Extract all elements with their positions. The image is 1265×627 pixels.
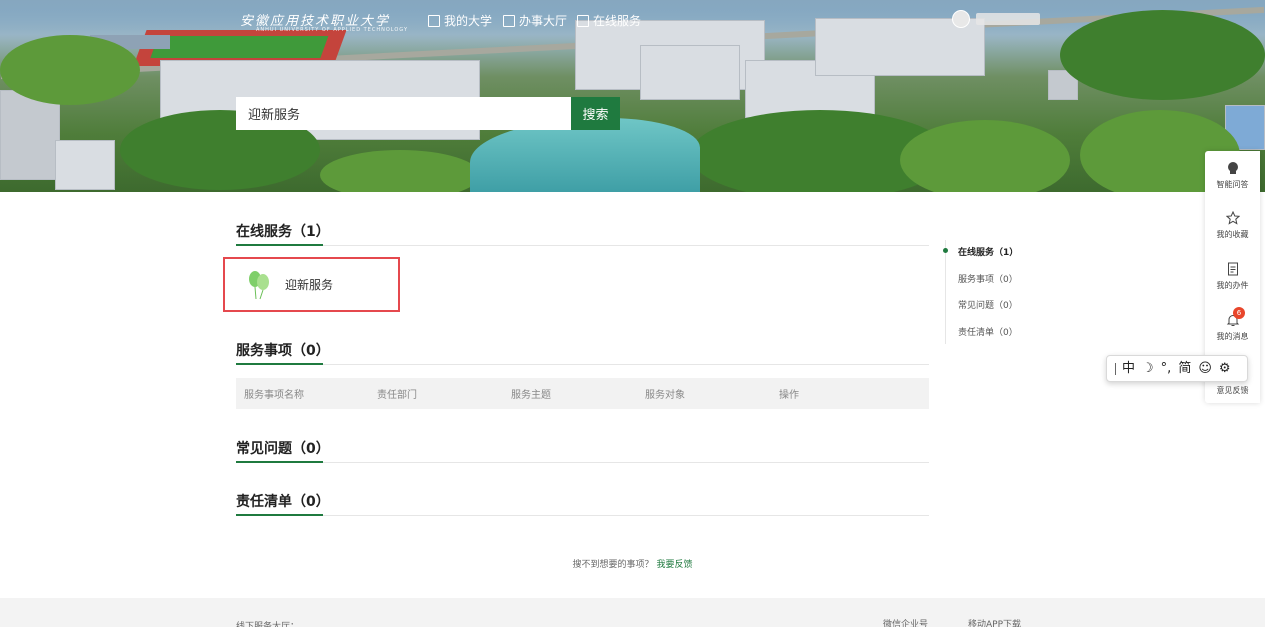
table-col-theme: 服务主题 — [511, 390, 551, 401]
table-col-action: 操作 — [779, 390, 799, 401]
section-divider — [236, 244, 929, 246]
float-label: 智能问答 — [1216, 180, 1249, 189]
message-badge: 6 — [1233, 307, 1245, 319]
banner-building — [640, 45, 740, 100]
user-menu[interactable] — [952, 10, 1040, 28]
ime-emoji-icon[interactable]: ☺ — [1198, 362, 1212, 375]
table-col-dept: 责任部门 — [377, 390, 417, 401]
nav-label: 办事大厅 — [519, 14, 568, 28]
footer-app-download[interactable]: 移动APP下载 — [968, 617, 1021, 627]
float-label: 我的收藏 — [1216, 230, 1249, 239]
float-assistant[interactable]: 智能问答 — [1205, 161, 1260, 190]
user-name-redacted — [976, 13, 1040, 25]
anchor-online[interactable]: 在线服务（1） — [958, 245, 1018, 258]
section-title-service-items: 服务事项（0） — [236, 343, 330, 359]
search-input[interactable] — [236, 97, 571, 130]
section-divider — [236, 363, 929, 365]
section-divider — [236, 514, 929, 516]
section-divider — [236, 461, 929, 463]
online-service-card[interactable]: 迎新服务 — [223, 257, 400, 312]
float-my-cases[interactable]: 我的办件 — [1205, 262, 1260, 291]
anchor-nav: 在线服务（1） 服务事项（0） 常见问题（0） 责任清单（0） — [943, 240, 1035, 344]
float-feedback[interactable]: 意见反馈 — [1205, 381, 1260, 396]
document-icon — [1227, 262, 1238, 276]
top-nav: 安徽应用技术职业大学 ANHUI UNIVERSITY OF APPLIED T… — [0, 0, 1265, 40]
online-service-label: 迎新服务 — [285, 278, 334, 292]
ime-toolbar: 中 ☽ °, 简 ☺ ⚙ — [1106, 355, 1248, 382]
hall-icon — [503, 14, 515, 27]
section-title-online: 在线服务（1） — [236, 224, 330, 240]
search-button[interactable]: 搜索 — [571, 97, 620, 130]
nav-my-university[interactable]: 我的大学 — [428, 12, 492, 29]
section-title-faq: 常见问题（0） — [236, 441, 330, 457]
nav-online-service[interactable]: 在线服务 — [577, 12, 641, 29]
footer: 线下服务大厅： 微信企业号 移动APP下载 — [0, 598, 1265, 627]
anchor-active-dot — [943, 248, 948, 253]
banner-trees — [900, 120, 1070, 192]
anchor-faq[interactable]: 常见问题（0） — [958, 298, 1018, 311]
nav-label: 我的大学 — [444, 14, 493, 28]
university-icon — [428, 14, 440, 27]
banner-trees — [0, 35, 140, 105]
ime-halfwidth-icon[interactable]: ☽ — [1142, 362, 1154, 375]
balloon-icon — [249, 270, 269, 299]
footer-wechat[interactable]: 微信企业号 — [883, 617, 928, 627]
feedback-text: 搜不到想要的事项？ — [572, 560, 654, 570]
footer-offline-hall: 线下服务大厅： — [236, 622, 300, 627]
service-icon — [577, 14, 589, 27]
anchor-duty[interactable]: 责任清单（0） — [958, 325, 1018, 338]
section-title-duty: 责任清单（0） — [236, 494, 330, 510]
nav-label: 在线服务 — [593, 14, 642, 28]
assistant-icon — [1227, 162, 1238, 174]
ime-chinese-mode[interactable]: 中 — [1122, 362, 1135, 375]
banner-building — [55, 140, 115, 190]
float-label: 我的消息 — [1216, 332, 1249, 341]
ime-drag-handle[interactable] — [1115, 362, 1116, 375]
feedback-line: 搜不到想要的事项？ 我要反馈 — [0, 557, 1265, 570]
float-favorites[interactable]: 我的收藏 — [1205, 211, 1260, 240]
table-col-target: 服务对象 — [645, 390, 685, 401]
feedback-link[interactable]: 我要反馈 — [656, 560, 692, 570]
banner-trees — [320, 150, 480, 192]
service-table-header: 服务事项名称 责任部门 服务主题 服务对象 操作 — [236, 378, 929, 409]
banner: 安徽应用技术职业大学 ANHUI UNIVERSITY OF APPLIED T… — [0, 0, 1265, 192]
table-col-name: 服务事项名称 — [244, 390, 304, 401]
anchor-service-items[interactable]: 服务事项（0） — [958, 272, 1018, 285]
ime-simplified-mode[interactable]: 简 — [1178, 362, 1191, 375]
ime-punctuation-icon[interactable]: °, — [1161, 362, 1172, 375]
nav-service-hall[interactable]: 办事大厅 — [503, 12, 567, 29]
school-logo-sub: ANHUI UNIVERSITY OF APPLIED TECHNOLOGY — [256, 27, 408, 33]
float-messages[interactable]: 6 我的消息 — [1205, 307, 1260, 342]
avatar — [952, 10, 970, 28]
float-label: 我的办件 — [1216, 281, 1249, 290]
star-icon — [1225, 211, 1240, 225]
ime-settings-icon[interactable]: ⚙ — [1219, 362, 1231, 375]
float-label: 意见反馈 — [1216, 386, 1249, 395]
